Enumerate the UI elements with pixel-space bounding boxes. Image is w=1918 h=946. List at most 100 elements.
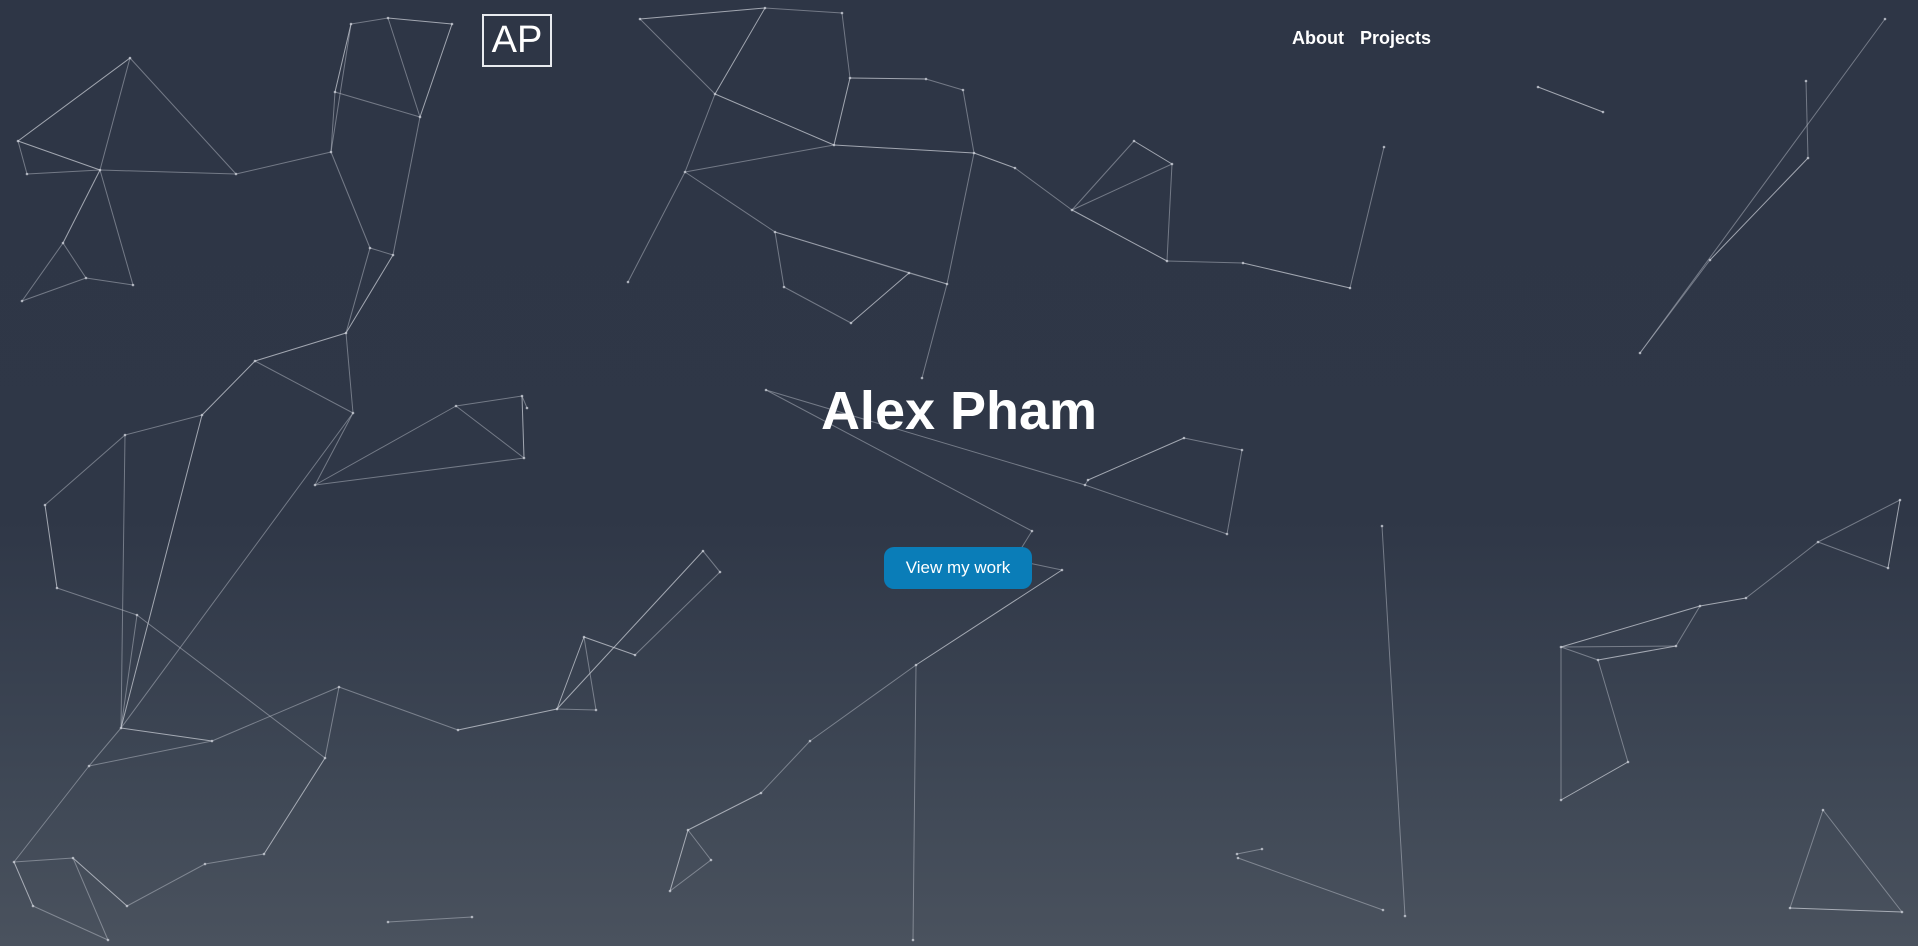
network-node [633, 653, 637, 657]
network-edge [1560, 645, 1677, 648]
network-edge [1087, 437, 1185, 481]
network-node [555, 707, 559, 711]
network-edge [687, 792, 762, 831]
nav-bar: About Projects [1292, 28, 1431, 49]
network-node [1698, 604, 1702, 608]
network-node [106, 938, 110, 942]
network-edge [1071, 209, 1168, 262]
network-edge [962, 89, 975, 154]
network-edge [841, 12, 851, 79]
network-node [1060, 568, 1064, 572]
network-node [16, 139, 20, 143]
network-edge [330, 23, 352, 153]
view-work-button[interactable]: View my work [884, 547, 1032, 589]
network-edge [1597, 645, 1677, 661]
network-edge [684, 144, 835, 173]
network-node [832, 143, 836, 147]
network-edge [639, 7, 766, 20]
network-edge [714, 93, 835, 146]
network-node [1806, 156, 1810, 160]
network-edge [1597, 659, 1629, 763]
network-edge [1226, 449, 1243, 535]
network-node [386, 16, 390, 20]
network-edge [760, 740, 811, 794]
network-node [234, 172, 238, 176]
network-edge [556, 708, 597, 711]
network-edge [334, 23, 352, 93]
nav-link-projects[interactable]: Projects [1360, 28, 1431, 49]
network-node [1013, 166, 1017, 170]
network-node [386, 920, 390, 924]
network-edge [314, 457, 525, 486]
network-edge [13, 861, 34, 907]
network-edge [1166, 260, 1244, 264]
network-node [125, 904, 129, 908]
network-edge [99, 169, 134, 286]
nav-link-about[interactable]: About [1292, 28, 1344, 49]
network-node [1559, 645, 1563, 649]
network-node [98, 168, 102, 172]
network-edge [120, 414, 203, 729]
network-edge [387, 17, 453, 25]
network-node [911, 938, 915, 942]
network-edge [330, 151, 371, 249]
network-edge [13, 765, 90, 863]
network-edge [72, 857, 128, 907]
network-node [253, 359, 257, 363]
network-edge [1071, 140, 1135, 211]
network-edge [334, 91, 421, 118]
network-edge [1014, 167, 1073, 211]
network-node [972, 151, 976, 155]
network-node [683, 170, 687, 174]
network-node [961, 88, 965, 92]
network-node [1380, 524, 1384, 528]
network-edge [129, 57, 237, 175]
network-edge [1639, 18, 1886, 354]
network-node [782, 285, 786, 289]
network-edge [669, 859, 712, 892]
network-edge [13, 857, 74, 863]
network-node [1559, 798, 1563, 802]
network-edge [714, 7, 766, 95]
network-edge [639, 18, 716, 95]
network-edge [850, 272, 910, 324]
network-node [1381, 908, 1385, 912]
network-edge [1242, 262, 1351, 289]
network-edge [126, 863, 206, 907]
network-node [329, 150, 333, 154]
network-node [368, 246, 372, 250]
network-edge [211, 686, 340, 742]
network-edge [62, 242, 87, 279]
network-node [1816, 540, 1820, 544]
network-node [763, 6, 767, 10]
network-node [313, 483, 317, 487]
logo[interactable]: AP [482, 14, 552, 67]
network-node [920, 376, 924, 380]
network-edge [912, 664, 917, 941]
network-node [1086, 478, 1090, 482]
network-node [1170, 162, 1174, 166]
network-edge [345, 247, 371, 334]
network-node [773, 230, 777, 234]
network-edge [764, 7, 843, 14]
network-node [924, 77, 928, 81]
network-node [456, 728, 460, 732]
network-node [1638, 351, 1642, 355]
network-node [1601, 110, 1605, 114]
network-edge [1166, 163, 1173, 262]
network-edge [627, 171, 686, 283]
network-node [31, 904, 35, 908]
network-edge [1560, 646, 1599, 661]
network-edge [1237, 857, 1384, 911]
network-edge [387, 916, 473, 923]
network-edge [849, 77, 927, 80]
network-node [71, 856, 75, 860]
network-edge [330, 91, 336, 153]
network-node [638, 17, 642, 21]
network-edge [925, 78, 964, 91]
network-edge [1349, 146, 1385, 289]
network-node [701, 549, 705, 553]
network-node [1744, 596, 1748, 600]
network-edge [946, 152, 975, 285]
network-node [333, 90, 337, 94]
